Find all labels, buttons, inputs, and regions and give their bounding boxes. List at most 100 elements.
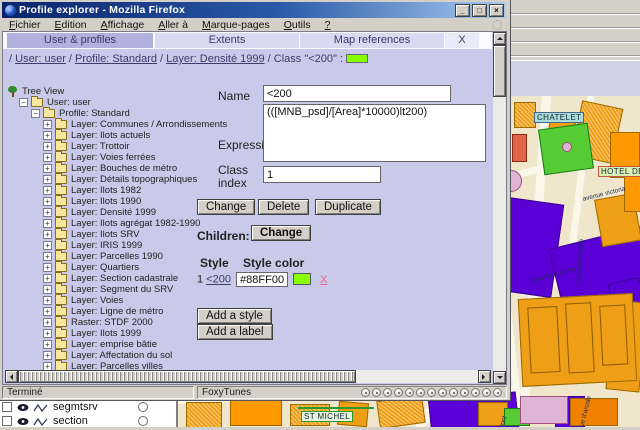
expand-icon[interactable]: + [43,350,52,360]
style-name-link[interactable]: <200 [206,274,231,286]
delete-button[interactable]: Delete [258,199,310,215]
scroll-right-icon[interactable] [478,370,491,383]
foxytunes-more-icon[interactable] [493,388,502,397]
expand-icon[interactable]: + [43,328,52,338]
expression-textarea[interactable]: (([MNB_psd]/[Area]*10000)lt200) [263,104,486,162]
expand-icon[interactable]: + [43,196,52,206]
tree-node-layer-ilots-1999[interactable]: + Layer: Ilots 1999 [7,326,141,339]
expand-icon[interactable]: + [43,306,52,316]
foxytunes-pause-icon[interactable] [394,388,403,397]
tree-node-layer-d-tails-topographiques[interactable]: + Layer: Détails topographiques [7,172,197,185]
layer-checkbox[interactable] [2,402,12,412]
expand-icon[interactable]: + [43,152,52,162]
tab-map-references[interactable]: Map references [300,33,444,48]
menu-outils[interactable]: Outils [277,19,318,31]
expand-icon[interactable]: + [43,273,52,283]
tree-node-layer-ligne-de-m-tro[interactable]: + Layer: Ligne de métro [7,304,163,317]
expand-icon[interactable]: + [43,174,52,184]
titlebar[interactable]: Profile explorer - Mozilla Firefox _ □ × [2,2,506,18]
class-index-input[interactable] [263,166,381,183]
foxytunes-volume-down-icon[interactable] [449,388,458,397]
breadcrumb-link-profile-standard[interactable]: Profile: Standard [75,53,157,65]
expand-icon[interactable]: + [43,317,52,327]
expand-icon[interactable]: + [43,119,52,129]
foxytunes-options-icon[interactable] [482,388,491,397]
expand-icon[interactable]: + [43,251,52,261]
tab-user-profiles[interactable]: User & profiles [7,33,153,48]
tree-node-layer-quartiers[interactable]: + Layer: Quartiers [7,260,139,273]
tree-node-layer-parcelles-1990[interactable]: + Layer: Parcelles 1990 [7,249,163,262]
foxytunes-menu-icon[interactable] [361,388,370,397]
collapse-icon[interactable]: − [31,108,40,118]
tree-node-layer-emprise-b-tie[interactable]: + Layer: emprise bâtie [7,337,157,350]
close-button[interactable]: × [489,3,504,17]
menu-item[interactable]: ? [318,19,338,31]
tree-node-layer-communes-arrondissements[interactable]: + Layer: Communes / Arrondissements [7,117,227,130]
duplicate-button[interactable]: Duplicate [315,199,381,215]
expand-icon[interactable]: + [43,262,52,272]
tree-node-layer-ilots-1990[interactable]: + Layer: Ilots 1990 [7,194,141,207]
children-change-button[interactable]: Change [251,225,312,241]
expand-icon[interactable]: + [43,218,52,228]
scroll-down-icon[interactable] [493,371,506,384]
menu-fichier[interactable]: Fichier [2,19,48,31]
name-input[interactable] [263,85,451,102]
menu-aller[interactable]: Aller à [151,19,195,31]
add-label-button[interactable]: Add a label [197,324,273,340]
tree-node-layer-segment-du-srv[interactable]: + Layer: Segment du SRV [7,282,173,295]
tree-node-layer-section-cadastrale[interactable]: + Layer: Section cadastrale [7,271,178,284]
menu-edition[interactable]: Edition [48,19,94,31]
foxytunes-repeat-icon[interactable] [427,388,436,397]
change-button[interactable]: Change [197,199,256,215]
tree-node-layer-ilots-actuels[interactable]: + Layer: Ilots actuels [7,128,150,141]
tree-node-layer-affectation-du-sol[interactable]: + Layer: Affectation du sol [7,348,172,361]
style-color-input[interactable] [236,272,289,287]
tree-node-layer-trottoir[interactable]: + Layer: Trottoir [7,139,130,152]
tree-node-layer-ilots-1982[interactable]: + Layer: Ilots 1982 [7,183,141,196]
expand-icon[interactable]: + [43,295,52,305]
expand-icon[interactable]: + [43,284,52,294]
tree-node-raster-stdf-2000[interactable]: + Raster: STDF 2000 [7,315,153,328]
active-layer-radio[interactable] [138,416,148,426]
expand-icon[interactable]: + [43,163,52,173]
tree-node-layer-voies[interactable]: + Layer: Voies [7,293,123,306]
tree-node-profile-standard[interactable]: − Profile: Standard [7,106,130,119]
menu-affichage[interactable]: Affichage [94,19,152,31]
foxytunes-next-icon[interactable] [416,388,425,397]
tree-node-layer-iris-1999[interactable]: + Layer: IRIS 1999 [7,238,142,251]
expand-icon[interactable]: + [43,141,52,151]
foxytunes-stop-icon[interactable] [405,388,414,397]
expand-icon[interactable]: + [43,185,52,195]
expand-icon[interactable]: + [43,339,52,349]
add-style-button[interactable]: Add a style [197,308,272,324]
tree-node-layer-bouches-de-m-tro[interactable]: + Layer: Bouches de métro [7,161,177,174]
foxytunes-shuffle-icon[interactable] [438,388,447,397]
foxytunes-previous-icon[interactable] [372,388,381,397]
expand-icon[interactable]: + [43,130,52,140]
scroll-left-icon[interactable] [5,370,18,383]
maximize-button[interactable]: □ [472,3,487,17]
layer-checkbox[interactable] [2,416,12,426]
breadcrumb-link-user-user[interactable]: User: user [15,53,66,65]
tree-node-layer-ilots-agr-gat-1982-1990[interactable]: + Layer: Ilots agrégat 1982-1990 [7,216,200,229]
tree-node-layer-densit-1999[interactable]: + Layer: Densité 1999 [7,205,156,218]
tab-x[interactable]: X [445,33,479,48]
foxytunes-play-icon[interactable] [383,388,392,397]
expand-icon[interactable]: + [43,240,52,250]
expand-icon[interactable]: + [43,207,52,217]
expand-icon[interactable]: + [43,229,52,239]
vertical-scrollbar[interactable] [493,32,506,384]
horizontal-scrollbar[interactable] [5,370,491,383]
tree-node-layer-voies-ferr-es[interactable]: + Layer: Voies ferrées [7,150,156,163]
visibility-eye-icon[interactable] [17,416,29,430]
tree-node-layer-ilots-srv[interactable]: + Layer: Ilots SRV [7,227,139,240]
scroll-up-icon[interactable] [493,32,506,45]
breadcrumb-link-layer-densit-1999[interactable]: Layer: Densité 1999 [166,53,264,65]
menu-marque-pages[interactable]: Marque-pages [195,19,277,31]
style-remove-link[interactable]: X [320,274,327,286]
active-layer-radio[interactable] [138,402,148,412]
minimize-button[interactable]: _ [455,3,470,17]
tab-extents[interactable]: Extents [155,33,299,48]
foxytunes-volume-up-icon[interactable] [460,388,469,397]
collapse-icon[interactable]: − [19,97,28,107]
